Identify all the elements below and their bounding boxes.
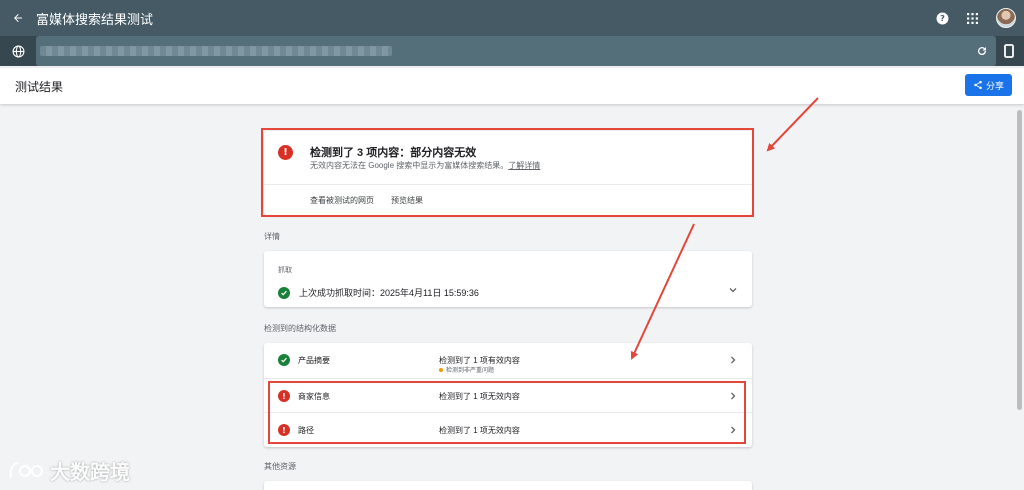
arrow-to-summary <box>766 97 819 152</box>
arrow-to-invalid-items <box>630 223 695 360</box>
watermark-text: 大数跨境 <box>50 462 130 484</box>
annotation-arrows <box>630 97 819 360</box>
watermark: 大数跨境 <box>8 456 130 485</box>
watermark-logo-icon <box>9 461 43 478</box>
